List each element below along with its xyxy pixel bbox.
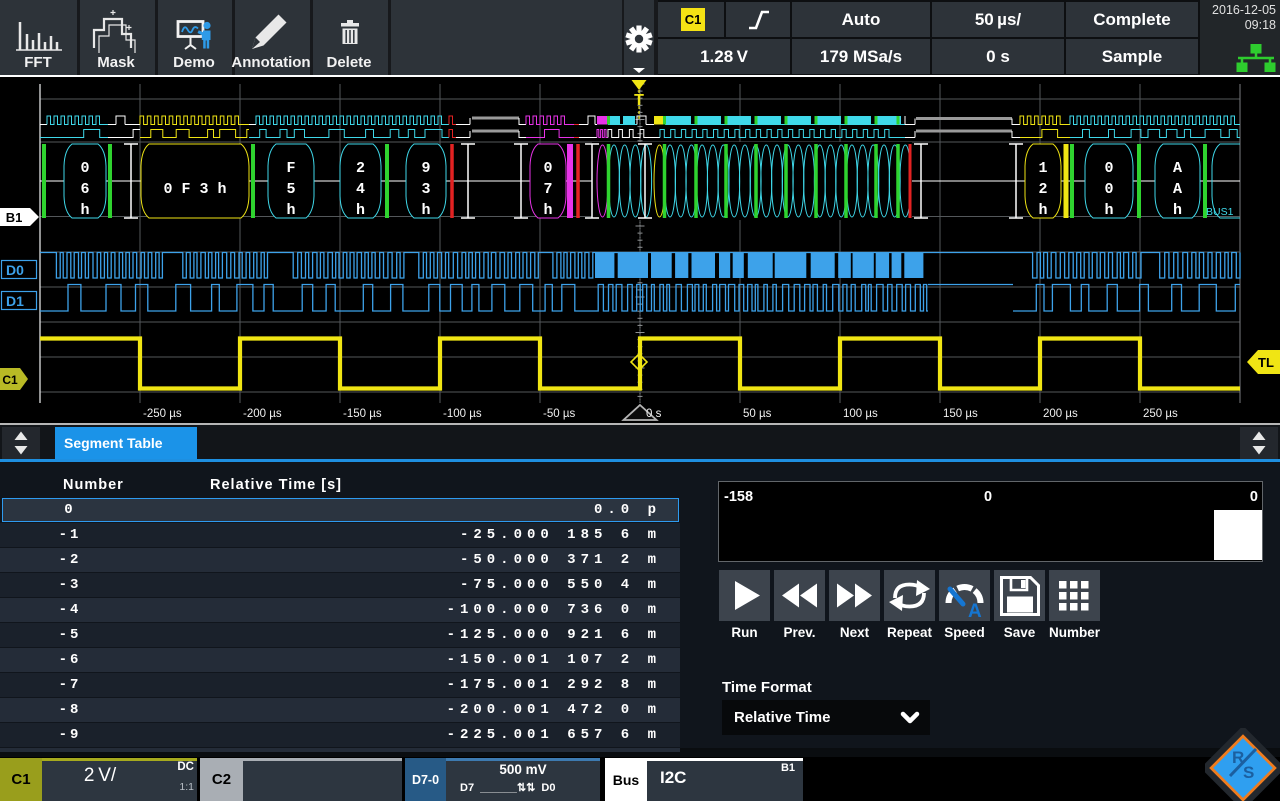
svg-text:-250 µs: -250 µs [143, 408, 182, 420]
svg-text:-150 µs: -150 µs [343, 408, 382, 420]
svg-text:BUS1: BUS1 [1206, 206, 1234, 218]
svg-text:S: S [1243, 763, 1254, 782]
svg-text:1: 1 [1038, 160, 1047, 177]
svg-text:50 µs: 50 µs [743, 408, 772, 420]
svg-text:h: h [356, 202, 365, 219]
svg-text:h: h [80, 202, 89, 219]
svg-text:h: h [1038, 202, 1047, 219]
svg-text:h: h [421, 202, 430, 219]
svg-text:-50 µs: -50 µs [543, 408, 575, 420]
svg-text:-100 µs: -100 µs [443, 408, 482, 420]
svg-text:4: 4 [356, 181, 365, 198]
svg-text:0 F 3 h: 0 F 3 h [163, 181, 226, 198]
svg-text:A: A [1173, 160, 1182, 177]
svg-text:-200 µs: -200 µs [243, 408, 282, 420]
svg-text:9: 9 [421, 160, 430, 177]
svg-text:A: A [1173, 181, 1182, 198]
svg-text:0: 0 [1104, 160, 1113, 177]
svg-text:h: h [543, 202, 552, 219]
svg-text:2: 2 [356, 160, 365, 177]
svg-text:0: 0 [1104, 181, 1113, 198]
svg-text:h: h [286, 202, 295, 219]
svg-text:D0: D0 [6, 262, 24, 278]
svg-text:3: 3 [421, 181, 430, 198]
svg-text:250 µs: 250 µs [1143, 408, 1178, 420]
svg-text:7: 7 [543, 181, 552, 198]
svg-text:5: 5 [286, 181, 295, 198]
svg-text:0: 0 [80, 160, 89, 177]
svg-text:0: 0 [543, 160, 552, 177]
svg-text:TL: TL [1258, 355, 1274, 370]
svg-text:D1: D1 [6, 293, 24, 309]
svg-text:h: h [1173, 202, 1182, 219]
svg-text:2: 2 [1038, 181, 1047, 198]
svg-text:F: F [286, 160, 295, 177]
svg-text:C1: C1 [2, 373, 18, 387]
svg-text:200 µs: 200 µs [1043, 408, 1078, 420]
svg-text:A: A [968, 601, 982, 621]
svg-text:B1: B1 [6, 210, 23, 225]
svg-text:100 µs: 100 µs [843, 408, 878, 420]
svg-text:0 s: 0 s [646, 408, 662, 420]
svg-text:h: h [1104, 202, 1113, 219]
svg-text:6: 6 [80, 181, 89, 198]
svg-text:150 µs: 150 µs [943, 408, 978, 420]
